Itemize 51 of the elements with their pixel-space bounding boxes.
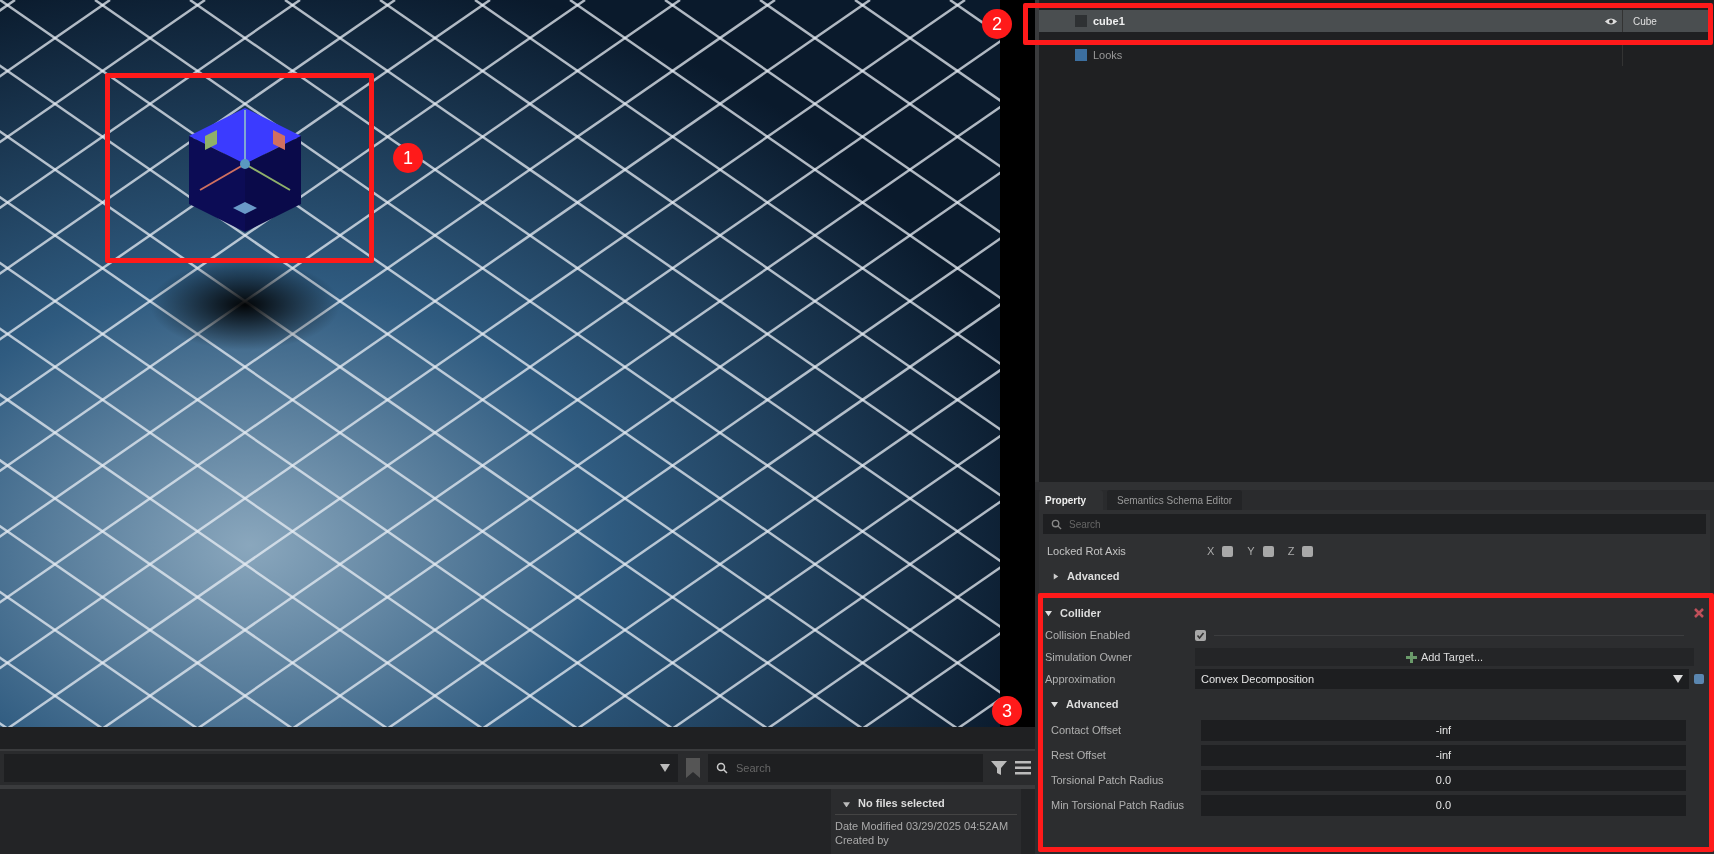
prim-type: Cube (1633, 14, 1657, 29)
section-header: Collider (1060, 605, 1102, 621)
property-label: Simulation Owner (1045, 649, 1133, 665)
menu-icon[interactable] (1015, 761, 1031, 775)
value-field[interactable]: 0.0 (1201, 795, 1686, 816)
dropdown-caret-icon[interactable] (660, 764, 670, 772)
cube-icon (1075, 15, 1087, 27)
section-header: Advanced (1066, 696, 1119, 712)
caret-icon[interactable] (1051, 700, 1058, 708)
property-label: Collision Enabled (1045, 627, 1131, 643)
details-title: No files selected (858, 796, 945, 812)
prim-name: cube1 (1093, 13, 1126, 29)
material-icon (1075, 49, 1087, 61)
search-icon (716, 762, 728, 774)
property-label: Torsional Patch Radius (1051, 773, 1165, 789)
checkbox[interactable] (1222, 545, 1234, 557)
property-label: Rest Offset (1051, 748, 1107, 764)
panel-tab[interactable]: Semantics Schema Editor (1107, 490, 1243, 510)
search-field[interactable]: Search (708, 754, 983, 782)
checkbox[interactable] (1262, 545, 1274, 557)
close-icon[interactable] (1694, 608, 1704, 618)
axis-label: X (1207, 543, 1215, 559)
axis-label: Z (1287, 543, 1295, 559)
value-field[interactable]: -inf (1201, 745, 1686, 766)
checkbox[interactable] (1302, 545, 1314, 557)
outliner-row[interactable]: Looks (1039, 44, 1712, 66)
filter-icon[interactable] (991, 760, 1007, 776)
search-icon (1051, 519, 1062, 530)
file-info-text: Created by (835, 833, 890, 847)
caret-icon[interactable] (1045, 609, 1052, 617)
value-field[interactable]: -inf (1201, 720, 1686, 741)
property-label: Locked Rot Axis (1047, 543, 1127, 559)
file-info-text: Date Modified 03/29/2025 04:52AM (835, 819, 1010, 833)
mixed-value-indicator-icon (1694, 674, 1704, 684)
approximation-dropdown[interactable]: Convex Decomposition (1195, 669, 1689, 689)
value-field[interactable]: 0.0 (1201, 770, 1686, 791)
property-label: Approximation (1045, 671, 1117, 687)
property-label: Min Torsional Patch Radius (1051, 798, 1186, 814)
prim-name: Looks (1093, 47, 1124, 63)
search-field[interactable]: Search (1043, 514, 1706, 534)
checkbox[interactable] (1195, 629, 1206, 641)
caret-icon[interactable] (1053, 572, 1059, 580)
property-label: Contact Offset (1051, 723, 1123, 739)
eye-icon[interactable] (1604, 16, 1618, 26)
dropdown-caret-icon (1673, 675, 1683, 683)
axis-label: Y (1247, 543, 1255, 559)
section-header: Advanced (1067, 568, 1120, 584)
plus-icon (1405, 651, 1417, 663)
panel-tab[interactable]: Property (1039, 490, 1103, 510)
caret-icon[interactable] (843, 800, 850, 807)
add-target-button[interactable]: Add Target... (1195, 648, 1694, 666)
